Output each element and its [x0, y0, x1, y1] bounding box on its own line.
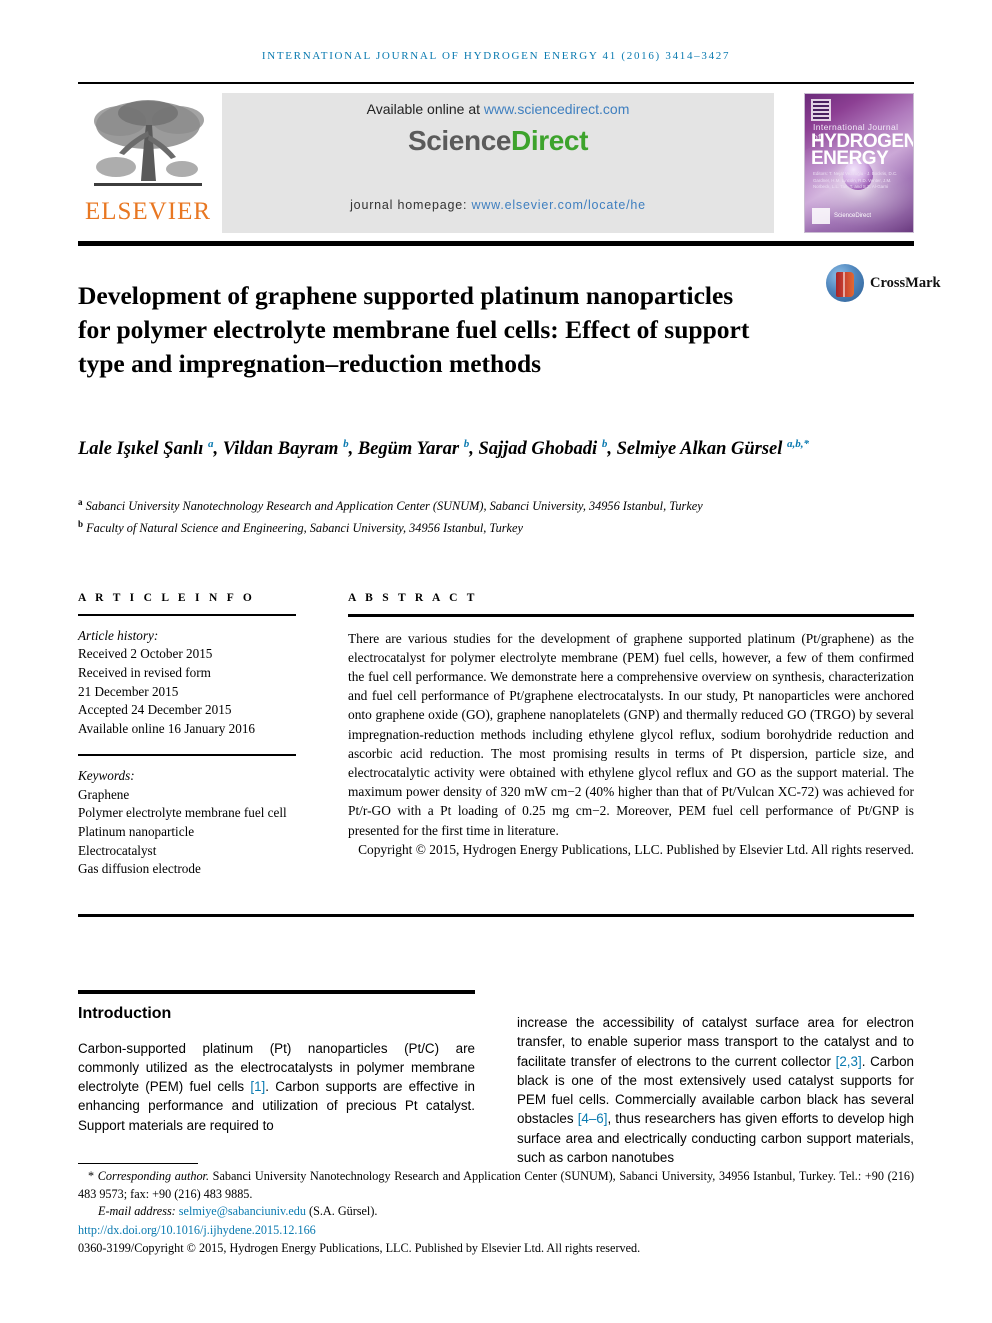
elsevier-wordmark: ELSEVIER — [84, 198, 212, 225]
journal-homepage-line: journal homepage: www.elsevier.com/locat… — [222, 198, 774, 212]
available-online-line: Available online at www.sciencedirect.co… — [222, 101, 774, 117]
keywords-block: Keywords: Graphene Polymer electrolyte me… — [78, 767, 296, 879]
introduction-paragraph-left: Carbon-supported platinum (Pt) nanoparti… — [78, 1039, 475, 1135]
article-history-item: Available online 16 January 2016 — [78, 721, 256, 737]
email-link[interactable]: selmiye@sabanciuniv.edu — [179, 1204, 306, 1218]
author-name: Begüm Yarar — [357, 439, 464, 460]
article-history-item: Received in revised form — [78, 664, 211, 680]
affiliation-list: a Sabanci University Nanotechnology Rese… — [78, 494, 898, 537]
author-separator: , — [213, 439, 223, 460]
footnote-rule — [78, 1163, 198, 1165]
cover-title-line2: ENERGY — [811, 148, 889, 169]
footnote-block: * Corresponding author. Sabanci Universi… — [78, 1168, 914, 1258]
masthead-rule — [78, 241, 914, 246]
journal-homepage-label: journal homepage: — [350, 198, 472, 212]
keyword-item: Gas diffusion electrode — [78, 861, 201, 877]
abstract-heading: A B S T R A C T — [348, 592, 478, 604]
available-online-label: Available online at — [366, 101, 484, 117]
keyword-item: Polymer electrolyte membrane fuel cell — [78, 805, 287, 821]
article-info-heading: A R T I C L E I N F O — [78, 592, 256, 604]
running-head: International Journal of Hydrogen Energy… — [261, 50, 731, 62]
author-name: Lale Işıkel Şanlı — [78, 439, 209, 460]
sciencedirect-logo-direct: Direct — [511, 125, 589, 156]
email-label: E-mail address: — [98, 1204, 179, 1219]
keywords-items: Graphene Polymer electrolyte membrane fue… — [78, 786, 296, 880]
sciencedirect-url-link[interactable]: www.sciencedirect.com — [484, 101, 630, 117]
article-history-label: Article history: — [78, 627, 159, 643]
keywords-label: Keywords: — [78, 767, 135, 783]
cover-sciencedirect-label: ScienceDirect — [834, 213, 872, 219]
author-list: Lale Işıkel Şanlı a, Vildan Bayram b, Be… — [78, 430, 878, 463]
sciencedirect-logo-science: Science — [407, 125, 512, 156]
masthead: ELSEVIER Available online at www.science… — [78, 93, 914, 233]
introduction-rule — [78, 990, 475, 994]
sciencedirect-banner: Available online at www.sciencedirect.co… — [222, 93, 774, 233]
cover-publisher-mark-icon — [812, 208, 830, 224]
article-first-page: International Journal of Hydrogen Energy… — [0, 0, 992, 1323]
keyword-item: Electrocatalyst — [78, 842, 157, 858]
author-affiliation-mark: a,b,* — [787, 438, 810, 450]
author-name: Vildan Bayram — [222, 439, 344, 460]
article-history-item: 21 December 2015 — [78, 683, 179, 699]
elsevier-tree-icon — [94, 100, 204, 186]
keyword-item: Graphene — [78, 786, 130, 802]
issn-copyright-line: 0360-3199/Copyright © 2015, Hydrogen Ene… — [78, 1241, 641, 1256]
article-history-items: Received 2 October 2015 Received in revis… — [78, 645, 296, 739]
citation-ref-4-6[interactable]: [4–6] — [578, 1111, 608, 1126]
keyword-item: Platinum nanoparticle — [78, 824, 195, 840]
elsevier-logo: ELSEVIER — [78, 93, 218, 233]
affiliation-text: Sabanci University Nanotechnology Resear… — [82, 499, 703, 514]
article-history-item: Accepted 24 December 2015 — [78, 702, 232, 718]
crossmark-book-icon — [836, 272, 854, 297]
email-note: E-mail address: selmiye@sabanciuniv.edu … — [78, 1203, 914, 1221]
doi-link[interactable]: http://dx.doi.org/10.1016/j.ijhydene.201… — [78, 1222, 914, 1240]
journal-homepage-link[interactable]: www.elsevier.com/locate/he — [472, 198, 646, 212]
affiliation-text: Faculty of Natural Science and Engineeri… — [83, 520, 523, 535]
author-name: Selmiye Alkan Gürsel — [616, 439, 788, 460]
citation-ref-1[interactable]: [1] — [250, 1079, 265, 1094]
abstract-rule — [348, 614, 914, 617]
corresponding-label: Corresponding author. — [97, 1169, 209, 1183]
article-history-item: Received 2 October 2015 — [78, 646, 213, 662]
cover-editors: Editors: T. Nejat Veziroğlu · J. Bockris… — [813, 171, 898, 190]
article-info-column: A R T I C L E I N F O Article history: R… — [78, 592, 296, 879]
author-separator: , — [607, 439, 617, 460]
body-right-column: increase the accessibility of catalyst s… — [517, 1013, 914, 1167]
crossmark-badge[interactable]: CrossMark — [826, 262, 941, 308]
crossmark-icon — [826, 264, 864, 302]
running-head-rule — [78, 82, 914, 84]
affiliation-item: a Sabanci University Nanotechnology Rese… — [78, 494, 898, 516]
corresponding-author-note: * Corresponding author. Sabanci Universi… — [78, 1168, 914, 1203]
email-suffix: (S.A. Gürsel). — [306, 1204, 378, 1219]
sciencedirect-logo[interactable]: ScienceDirect — [222, 125, 774, 157]
article-info-rule — [78, 614, 296, 616]
abstract-body: There are various studies for the develo… — [348, 630, 914, 838]
author-separator: , — [348, 439, 358, 460]
cover-footer: ScienceDirect — [812, 208, 908, 224]
abstract-column: A B S T R A C T There are various studie… — [348, 592, 914, 859]
introduction-heading: Introduction — [78, 1004, 172, 1022]
keywords-rule — [78, 753, 296, 756]
abstract-copyright: Copyright © 2015, Hydrogen Energy Public… — [358, 841, 914, 857]
crossmark-label: CrossMark — [870, 275, 941, 291]
page-title: Development of graphene supported platin… — [78, 281, 750, 379]
corresponding-mark: * — [88, 1169, 95, 1183]
body-left-column: Introduction Carbon-supported platinum (… — [78, 990, 475, 1135]
journal-cover-thumbnail: International Journal of HYDROGEN ENERGY… — [804, 93, 914, 233]
introduction-paragraph-right: increase the accessibility of catalyst s… — [517, 1013, 914, 1167]
abstract-end-rule — [78, 914, 914, 917]
article-history-block: Article history: Received 2 October 2015… — [78, 627, 296, 739]
author-name: Sajjad Ghobadi — [478, 439, 602, 460]
elsevier-mark-icon — [811, 99, 831, 121]
affiliation-item: b Faculty of Natural Science and Enginee… — [78, 516, 898, 538]
citation-ref-2-3[interactable]: [2,3] — [836, 1054, 862, 1069]
